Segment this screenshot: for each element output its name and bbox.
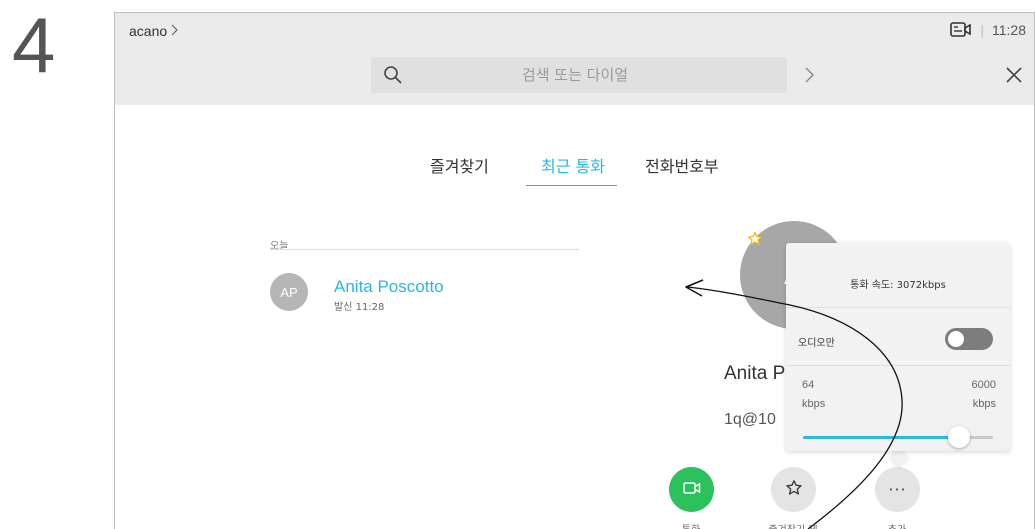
device-screen: acano | 11:28 검색 또는 다이얼 즐겨찾기 최근 통화 전화번호부…: [114, 12, 1035, 529]
rate-min-value: 64: [802, 379, 815, 391]
avatar: AP: [270, 273, 308, 311]
favorite-label: 즐겨찾기 제: [748, 521, 838, 529]
camera-icon[interactable]: [950, 21, 972, 39]
rate-max-value: 6000: [971, 379, 996, 391]
contact-name-link: Anita Poscotto: [334, 277, 444, 296]
section-divider: [270, 249, 579, 250]
top-bar: acano | 11:28: [115, 13, 1034, 105]
tab-recent[interactable]: 최근 통화: [526, 153, 617, 186]
close-icon[interactable]: [1006, 67, 1022, 83]
more-icon: ···: [888, 480, 907, 499]
tab-favorites[interactable]: 즐겨찾기: [430, 153, 489, 185]
search-icon: [383, 65, 403, 85]
clock: 11:28: [992, 22, 1026, 38]
more-label: 추가: [852, 521, 942, 529]
audio-only-label: 오디오만: [798, 338, 835, 349]
call-rate-slider[interactable]: [803, 426, 993, 448]
brand-chevron-icon: [171, 23, 179, 39]
brand-label: acano: [129, 23, 168, 39]
call-rate-popup: 통화 속도: 3072kbps 오디오만 64 kbps 6000 kbps: [786, 243, 1010, 451]
star-icon: [747, 231, 763, 247]
star-icon: [785, 479, 803, 501]
rate-min-unit: kbps: [802, 398, 826, 410]
audio-only-toggle[interactable]: [945, 328, 993, 350]
rate-max-unit: kbps: [972, 398, 996, 410]
contact-name: Anita P: [724, 363, 786, 384]
slider-thumb[interactable]: [947, 426, 970, 448]
status-separator: |: [980, 22, 984, 38]
search-input[interactable]: [415, 57, 735, 93]
call-label: 통화: [646, 521, 736, 529]
toggle-knob: [948, 331, 964, 347]
video-call-icon: [682, 480, 701, 499]
slider-fill: [803, 436, 959, 439]
step-number: 4: [12, 1, 56, 89]
search-field[interactable]: [371, 57, 787, 93]
favorite-button[interactable]: [771, 467, 816, 512]
popup-divider: [786, 307, 1010, 308]
tab-directory[interactable]: 전화번호부: [645, 153, 719, 185]
chevron-right-icon[interactable]: [803, 65, 817, 85]
call-detail: 발신 11:28: [334, 302, 385, 313]
more-button[interactable]: ···: [875, 467, 920, 512]
call-button[interactable]: [669, 467, 714, 512]
brand-breadcrumb[interactable]: acano: [129, 23, 179, 39]
call-rate-title: 통화 속도: 3072kbps: [850, 280, 946, 291]
contact-uri: 1q@10: [724, 411, 776, 428]
tab-bar: 즐겨찾기 최근 통화 전화번호부: [115, 153, 1034, 193]
list-item[interactable]: AP Anita Poscotto 발신 11:28: [270, 268, 580, 320]
popup-divider: [786, 365, 1010, 366]
status-area: | 11:28: [950, 21, 1026, 39]
